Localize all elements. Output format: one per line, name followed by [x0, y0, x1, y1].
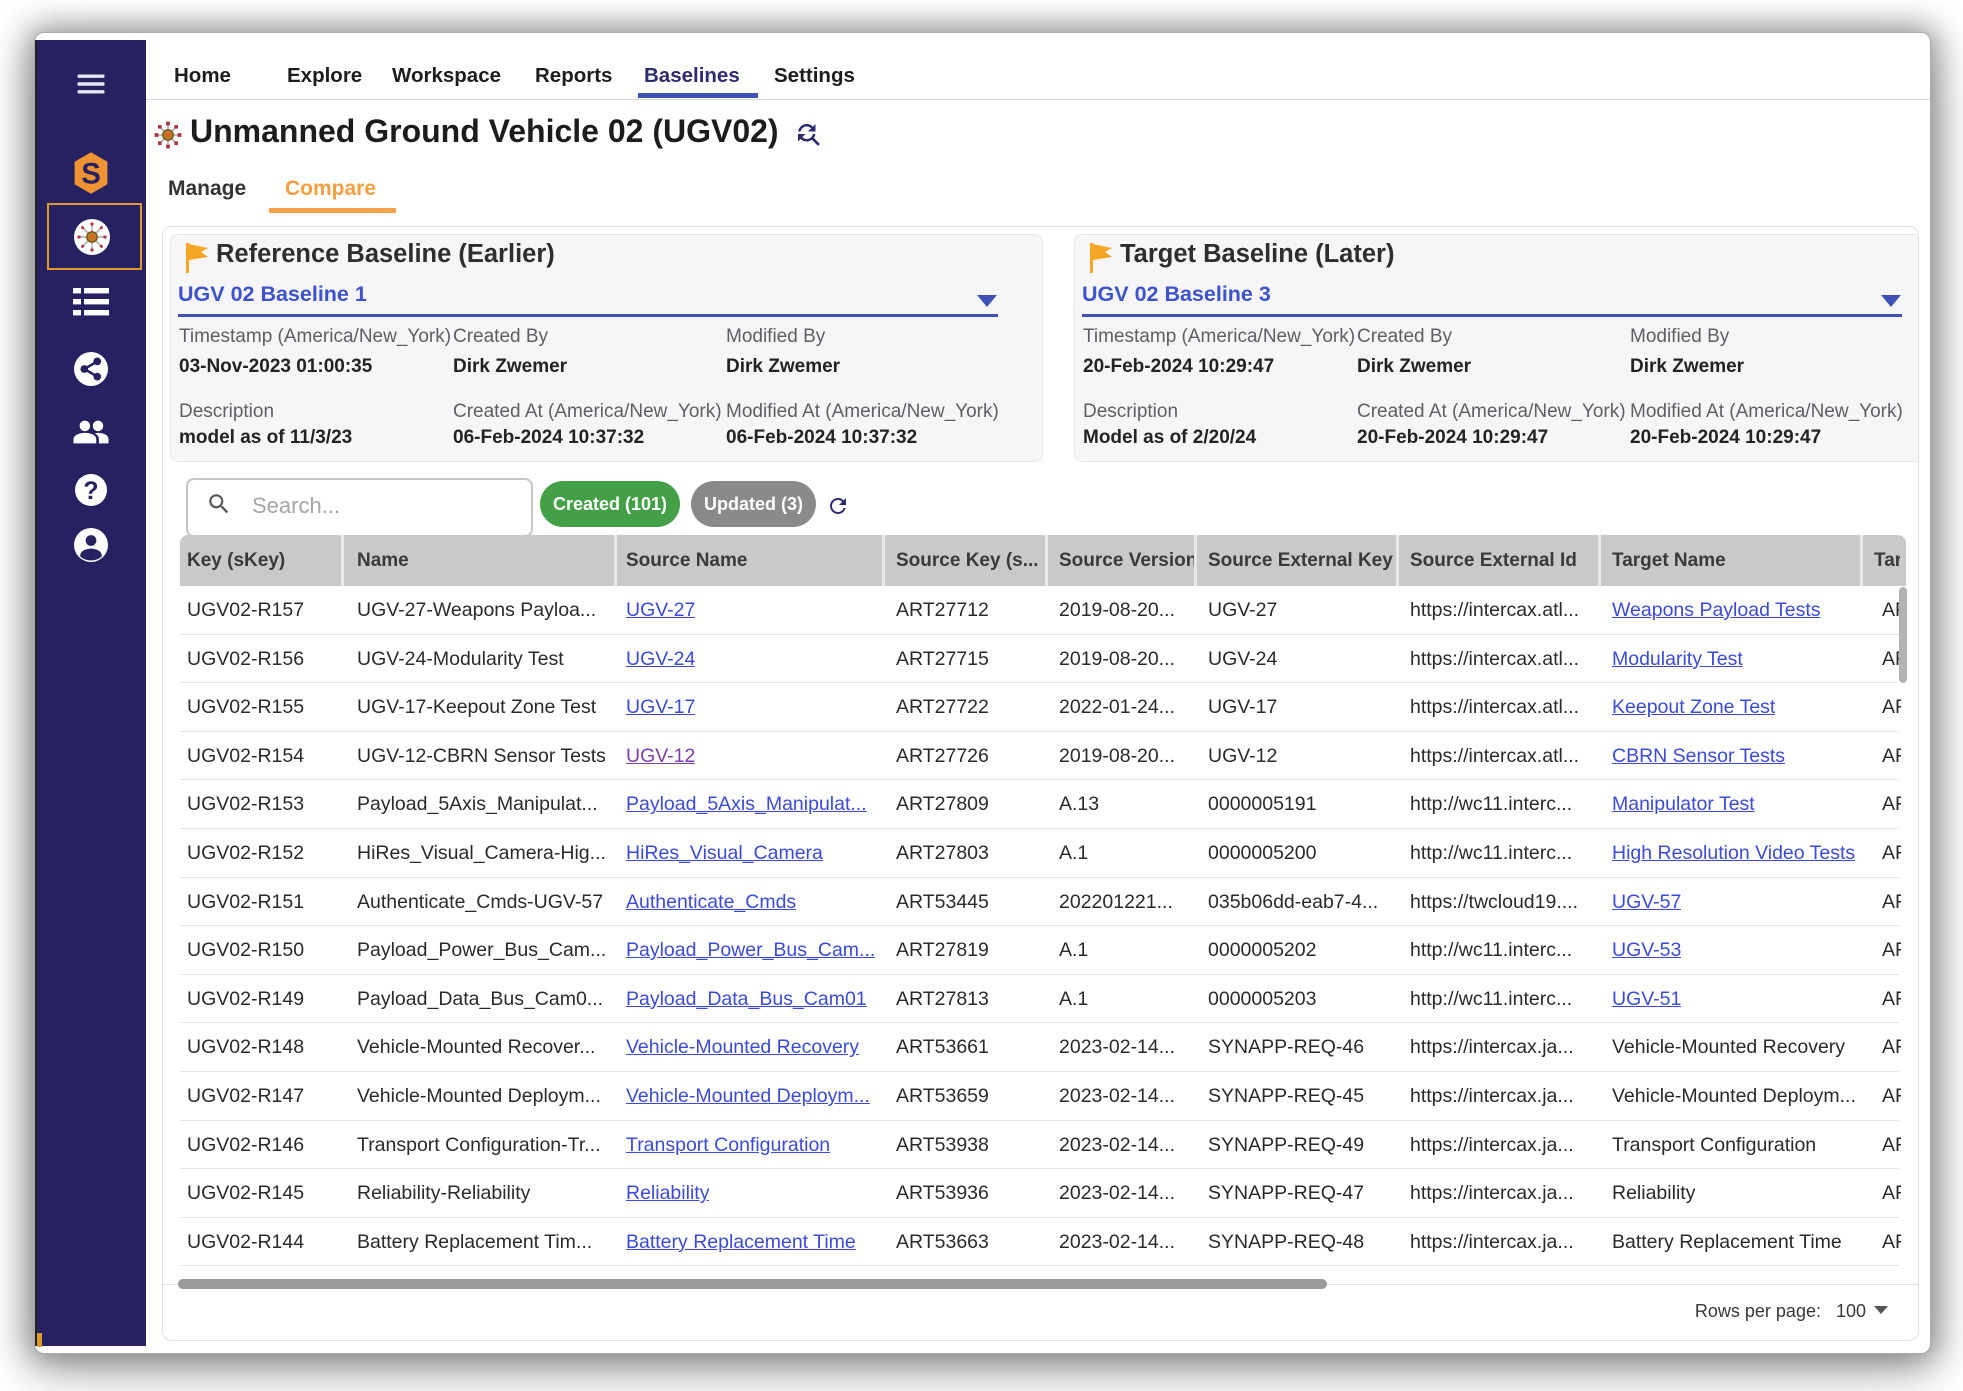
- svg-text:?: ?: [83, 477, 98, 505]
- svg-text:S: S: [81, 157, 101, 190]
